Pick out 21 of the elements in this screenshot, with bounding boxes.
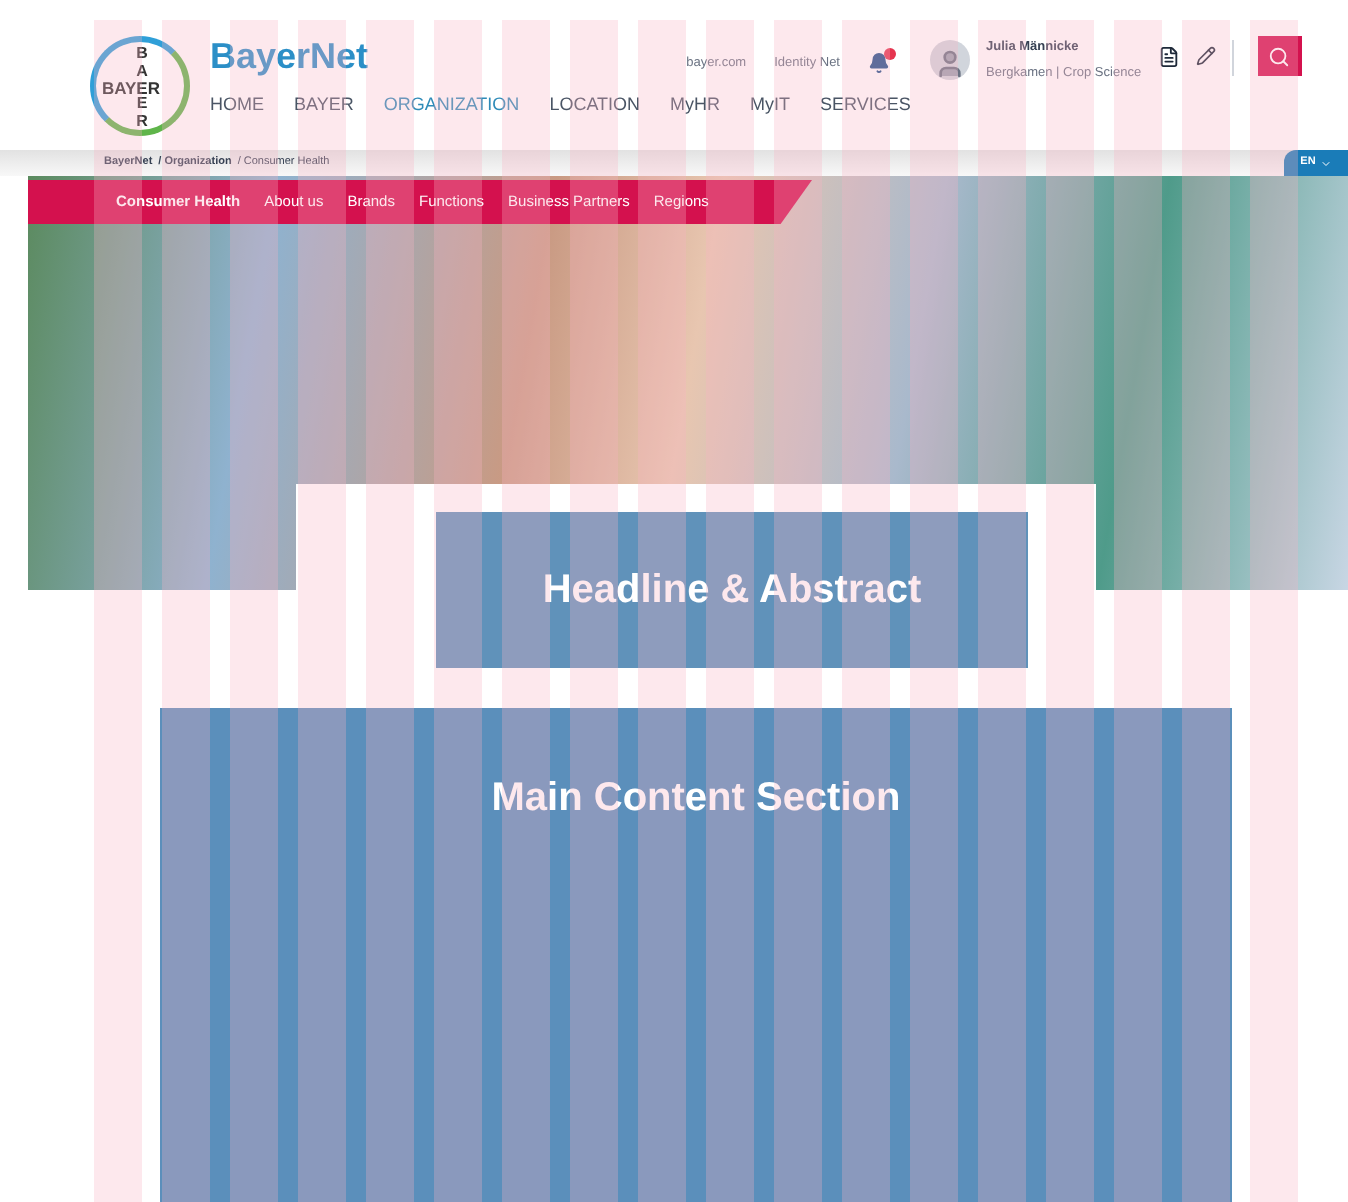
search-button[interactable] xyxy=(1257,36,1302,76)
search-icon xyxy=(1268,45,1291,67)
nav-link[interactable]: ORGANIZATION xyxy=(383,92,520,119)
nav-link[interactable]: SERVICES xyxy=(820,92,911,119)
annotation-label: Main Content Section xyxy=(491,774,901,824)
annotation-label: Headline & Abstract xyxy=(542,566,922,616)
nav-link[interactable]: HOME xyxy=(210,92,264,119)
site-title[interactable]: BayerNet xyxy=(210,37,369,73)
nav-link[interactable]: BAYER xyxy=(294,92,354,119)
bayer-logo[interactable]: BA BAYER ER xyxy=(90,36,190,136)
chevron-down-icon xyxy=(1319,157,1332,169)
logo-text: ER xyxy=(134,96,150,132)
nav-link[interactable]: LOCATION xyxy=(549,92,641,119)
avatar-icon[interactable] xyxy=(930,40,970,80)
nav-link[interactable]: MyHR xyxy=(670,92,721,119)
edit-icon[interactable] xyxy=(1195,46,1216,66)
logo-text: BAYER xyxy=(102,80,160,97)
nav-link[interactable]: MyIT xyxy=(750,92,791,119)
document-icon[interactable] xyxy=(1157,46,1180,68)
bell-icon[interactable] xyxy=(868,52,890,74)
logo-text: BA xyxy=(134,46,150,82)
